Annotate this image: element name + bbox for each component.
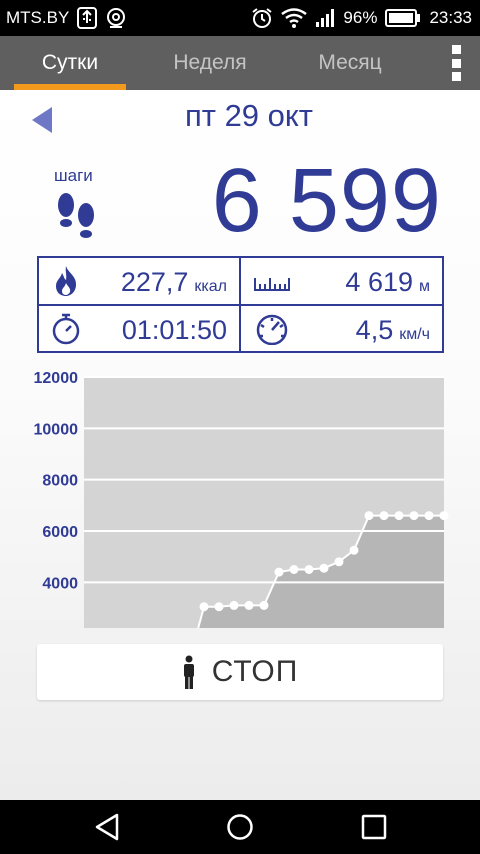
steps-chart-svg: 2000400060008000100001200024681012141618… bbox=[34, 370, 454, 715]
distance-value: 4 619 bbox=[345, 267, 413, 297]
usb-icon bbox=[77, 7, 98, 29]
steps-count: 6 599 bbox=[211, 151, 442, 251]
chart-point bbox=[364, 511, 374, 521]
previous-day-icon[interactable] bbox=[30, 105, 54, 135]
chart-point bbox=[349, 545, 359, 555]
footprints-icon bbox=[54, 192, 100, 247]
speedometer-icon bbox=[253, 312, 291, 346]
tab-day-label: Сутки bbox=[41, 51, 99, 74]
distance-unit: м bbox=[419, 278, 430, 295]
cast-icon bbox=[105, 7, 127, 29]
stopwatch-icon bbox=[51, 312, 81, 346]
carrier-name: MTS.BY bbox=[6, 8, 70, 27]
speed-value: 4,5 bbox=[355, 315, 394, 345]
chart-point bbox=[229, 600, 239, 610]
chart-point bbox=[289, 565, 299, 574]
main-content: пт 29 окт шаги 6 599 227,7 ккал 4 619 м … bbox=[0, 90, 480, 800]
chart-point bbox=[379, 511, 389, 521]
calories-value: 227,7 bbox=[120, 267, 189, 297]
clock: 23:33 bbox=[429, 8, 472, 27]
duration-cell: 01:01:50 bbox=[39, 306, 239, 352]
signal-icon bbox=[315, 8, 335, 28]
chart-point bbox=[424, 511, 434, 521]
tab-month-label: Месяц bbox=[318, 51, 382, 74]
back-nav-icon[interactable] bbox=[92, 812, 122, 842]
status-bar: MTS.BY 96% 23:33 bbox=[0, 0, 480, 36]
chart-point bbox=[409, 511, 419, 521]
tab-week[interactable]: Неделя bbox=[150, 36, 270, 90]
person-icon bbox=[183, 655, 194, 689]
steps-label: шаги bbox=[54, 166, 93, 185]
chart-point bbox=[199, 602, 209, 612]
y-tick-label: 8000 bbox=[42, 473, 78, 490]
chart-point bbox=[319, 563, 329, 573]
tab-week-label: Неделя bbox=[173, 51, 247, 74]
y-tick-label: 2000 bbox=[42, 627, 78, 628]
y-tick-label: 12000 bbox=[34, 370, 79, 387]
home-nav-icon[interactable] bbox=[225, 812, 255, 842]
speed-unit: км/ч bbox=[399, 326, 430, 343]
navigation-bar bbox=[0, 800, 480, 854]
steps-chart: 2000400060008000100001200024681012141618… bbox=[0, 368, 480, 715]
speed-cell: 4,5 км/ч bbox=[241, 306, 442, 352]
tab-day[interactable]: Сутки bbox=[14, 36, 126, 90]
y-tick-label: 10000 bbox=[34, 421, 79, 438]
distance-cell: 4 619 м bbox=[241, 258, 442, 304]
date-title: пт 29 окт bbox=[184, 98, 314, 133]
chart-point bbox=[259, 600, 269, 610]
stats-panel: 227,7 ккал 4 619 м 01:01:50 4,5 км/ч bbox=[37, 256, 444, 353]
duration-value: 01:01:50 bbox=[121, 315, 227, 345]
calories-cell: 227,7 ккал bbox=[39, 258, 239, 304]
recents-nav-icon[interactable] bbox=[359, 812, 389, 842]
overflow-menu-icon[interactable] bbox=[450, 45, 462, 81]
ruler-icon bbox=[253, 264, 291, 298]
stop-button-label: СТОП bbox=[211, 655, 299, 688]
chart-point bbox=[439, 511, 449, 521]
tab-month[interactable]: Месяц bbox=[292, 36, 408, 90]
chart-point bbox=[214, 602, 224, 612]
battery-icon bbox=[385, 9, 421, 27]
flame-icon bbox=[51, 264, 81, 298]
calories-unit: ккал bbox=[194, 278, 227, 295]
stop-button[interactable]: СТОП bbox=[37, 644, 443, 700]
alarm-icon bbox=[251, 7, 273, 29]
chart-point bbox=[244, 600, 254, 610]
y-tick-label: 6000 bbox=[42, 524, 78, 541]
wifi-icon bbox=[281, 8, 308, 28]
battery-percent: 96% bbox=[343, 8, 378, 27]
chart-point bbox=[334, 557, 344, 567]
y-tick-label: 4000 bbox=[42, 575, 78, 592]
chart-point bbox=[274, 567, 284, 577]
chart-point bbox=[304, 565, 314, 574]
chart-point bbox=[394, 511, 404, 521]
tab-bar: Сутки Неделя Месяц bbox=[0, 36, 480, 90]
